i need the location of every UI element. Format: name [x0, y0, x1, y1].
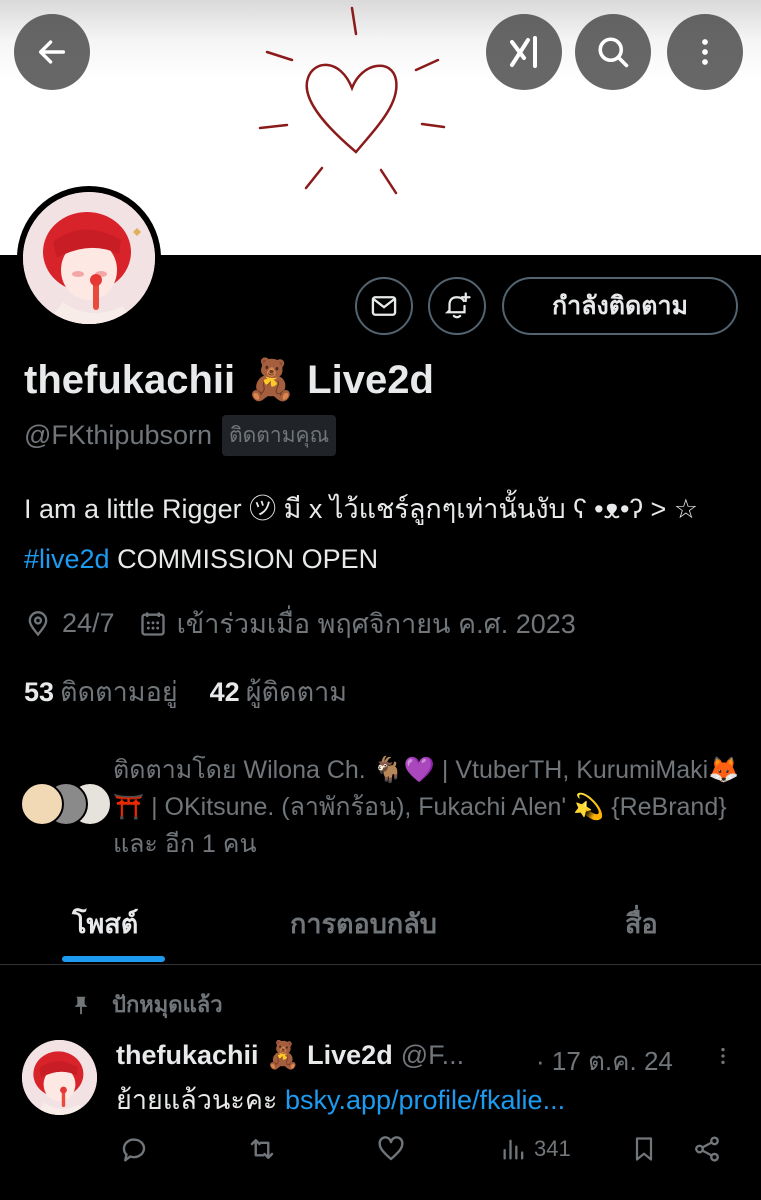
profile-tabs: โพสต์ การตอบกลับ สื่อ	[0, 880, 761, 965]
follow-counts: 53 ติดตามอยู่ 42 ผู้ติดตาม	[24, 670, 347, 713]
follows-you-badge: ติดตามคุณ	[222, 415, 337, 456]
mail-icon	[371, 296, 397, 316]
post-link[interactable]: bsky.app/profile/fkalie...	[285, 1085, 565, 1115]
back-arrow-icon	[38, 40, 66, 64]
avatar-illustration	[23, 192, 155, 324]
post-more-button[interactable]	[712, 1042, 734, 1075]
avatar-illustration	[22, 1040, 97, 1115]
avatar	[20, 782, 64, 826]
profile-bio: I am a little Rigger ㋡ มี x ไว้แชร์ลูกๆเ…	[24, 484, 744, 584]
display-name: thefukachii 🧸 Live2d	[24, 358, 434, 402]
post-author-avatar[interactable]	[22, 1040, 97, 1115]
followed-by-text: ติดตามโดย Wilona Ch. 🐐💜 | VtuberTH, Kuru…	[113, 756, 740, 858]
more-options-button[interactable]	[667, 14, 743, 90]
active-tab-indicator	[62, 956, 165, 962]
bookmark-button[interactable]	[630, 1134, 658, 1164]
views-count: 341	[534, 1136, 571, 1161]
calendar-icon	[140, 611, 165, 636]
location-text: 24/7	[62, 608, 115, 638]
followers-count: 42	[209, 677, 240, 707]
back-button[interactable]	[14, 14, 90, 90]
location-pin-icon	[28, 610, 48, 636]
more-vertical-icon	[702, 39, 708, 65]
post-header: thefukachii 🧸 Live2d @F...	[116, 1039, 464, 1071]
pinned-indicator: ปักหมุดแล้ว	[70, 987, 223, 1022]
tab-posts[interactable]: โพสต์	[72, 902, 138, 945]
search-button[interactable]	[575, 14, 651, 90]
notifications-button[interactable]	[428, 277, 486, 335]
profile-meta: 24/7 เข้าร่วมเมื่อ พฤศจิกายน ค.ศ. 2023	[24, 602, 576, 645]
grok-button[interactable]	[486, 14, 562, 90]
bookmark-icon	[635, 1137, 653, 1161]
pin-icon	[74, 996, 88, 1014]
tab-replies[interactable]: การตอบกลับ	[290, 902, 437, 945]
more-vertical-icon	[721, 1047, 725, 1065]
following-label: ติดตามอยู่	[60, 677, 178, 707]
bio-suffix: COMMISSION OPEN	[109, 544, 379, 574]
followers-count-link[interactable]: 42 ผู้ติดตาม	[210, 670, 347, 713]
repost-button[interactable]	[246, 1134, 278, 1164]
post-author-name[interactable]: thefukachii 🧸 Live2d	[116, 1039, 393, 1071]
pinned-label: ปักหมุดแล้ว	[112, 992, 223, 1017]
repost-icon	[250, 1139, 274, 1159]
bio-text: I am a little Rigger ㋡ มี x ไว้แชร์ลูกๆเ…	[24, 494, 698, 524]
joined-date: เข้าร่วมเมื่อ พฤศจิกายน ค.ศ. 2023	[176, 609, 576, 639]
following-count: 53	[24, 677, 55, 707]
user-handle: @FKthipubsorn	[24, 420, 212, 450]
share-icon	[695, 1136, 719, 1162]
followed-by-avatars	[20, 782, 112, 826]
followers-label: ผู้ติดตาม	[245, 677, 348, 707]
like-icon	[378, 1136, 404, 1161]
notification-bell-icon	[444, 292, 471, 319]
views-icon	[503, 1139, 524, 1160]
message-button[interactable]	[355, 277, 413, 335]
bio-hashtag-link[interactable]: #live2d	[24, 544, 110, 574]
handle-row: @FKthipubsorn ติดตามคุณ	[24, 415, 337, 456]
post-date[interactable]: · 17 ต.ค. 24	[536, 1041, 673, 1082]
grok-icon	[510, 36, 537, 68]
post-text: ย้ายแล้วนะคะ bsky.app/profile/fkalie...	[116, 1078, 565, 1121]
tab-media[interactable]: สื่อ	[625, 902, 658, 945]
following-button[interactable]: กำลังติดตาม	[502, 277, 738, 335]
profile-avatar[interactable]	[17, 186, 161, 330]
search-icon	[598, 37, 629, 68]
views-button[interactable]: 341	[500, 1134, 571, 1164]
post-author-handle[interactable]: @F...	[401, 1040, 464, 1071]
following-count-link[interactable]: 53 ติดตามอยู่	[24, 670, 178, 713]
like-button[interactable]	[376, 1134, 406, 1164]
post-body: ย้ายแล้วนะคะ	[116, 1085, 285, 1115]
share-button[interactable]	[692, 1134, 722, 1164]
reply-icon	[122, 1138, 146, 1162]
reply-button[interactable]	[119, 1134, 149, 1164]
